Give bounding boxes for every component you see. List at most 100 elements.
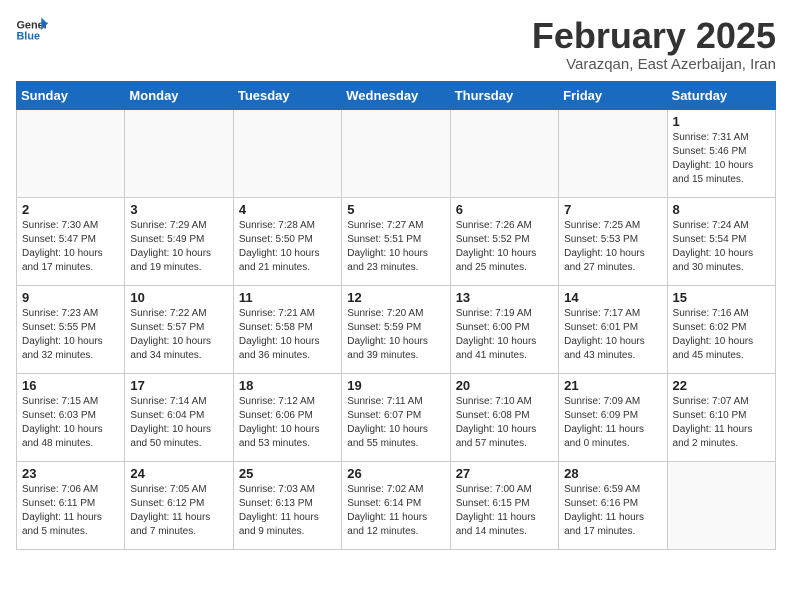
calendar-cell: 9 Sunrise: 7:23 AMSunset: 5:55 PMDaylight… xyxy=(17,285,125,373)
day-number: 11 xyxy=(239,290,336,305)
logo: General Blue xyxy=(16,16,48,44)
weekday-header-thursday: Thursday xyxy=(450,81,558,109)
week-row-1: 1 Sunrise: 7:31 AMSunset: 5:46 PMDaylight… xyxy=(17,109,776,197)
day-number: 26 xyxy=(347,466,444,481)
calendar-cell: 14 Sunrise: 7:17 AMSunset: 6:01 PMDayligh… xyxy=(559,285,667,373)
day-info: Sunrise: 7:02 AMSunset: 6:14 PMDaylight:… xyxy=(347,483,444,539)
day-number: 1 xyxy=(673,114,770,129)
day-number: 2 xyxy=(22,202,119,217)
day-number: 25 xyxy=(239,466,336,481)
month-title: February 2025 xyxy=(532,16,776,56)
weekday-header-saturday: Saturday xyxy=(667,81,775,109)
day-info: Sunrise: 7:19 AMSunset: 6:00 PMDaylight:… xyxy=(456,307,553,363)
calendar-cell: 13Sunrise: 7:19 AMSunset: 6:00 PMDayligh… xyxy=(450,285,558,373)
calendar-cell: 3 Sunrise: 7:29 AMSunset: 5:49 PMDaylight… xyxy=(125,197,233,285)
week-row-5: 23 Sunrise: 7:06 AMSunset: 6:11 PMDayligh… xyxy=(17,461,776,549)
calendar-table: SundayMondayTuesdayWednesdayThursdayFrid… xyxy=(16,81,776,550)
day-number: 10 xyxy=(130,290,227,305)
calendar-cell: 12 Sunrise: 7:20 AMSunset: 5:59 PMDayligh… xyxy=(342,285,450,373)
calendar-cell xyxy=(559,109,667,197)
calendar-cell: 22Sunrise: 7:07 AMSunset: 6:10 PMDayligh… xyxy=(667,373,775,461)
day-number: 18 xyxy=(239,378,336,393)
day-number: 5 xyxy=(347,202,444,217)
calendar-cell: 10 Sunrise: 7:22 AMSunset: 5:57 PMDayligh… xyxy=(125,285,233,373)
day-number: 6 xyxy=(456,202,553,217)
svg-text:Blue: Blue xyxy=(16,30,40,42)
calendar-cell xyxy=(342,109,450,197)
calendar-cell xyxy=(125,109,233,197)
day-info: Sunrise: 7:20 AMSunset: 5:59 PMDaylight:… xyxy=(347,307,444,363)
page-header: General Blue February 2025 Varazqan, Eas… xyxy=(16,16,776,73)
calendar-cell: 27 Sunrise: 7:00 AMSunset: 6:15 PMDayligh… xyxy=(450,461,558,549)
day-info: Sunrise: 7:16 AMSunset: 6:02 PMDaylight:… xyxy=(673,307,770,363)
day-info: Sunrise: 7:22 AMSunset: 5:57 PMDaylight:… xyxy=(130,307,227,363)
day-number: 20 xyxy=(456,378,553,393)
day-info: Sunrise: 7:15 AMSunset: 6:03 PMDaylight:… xyxy=(22,395,119,451)
day-info: Sunrise: 7:03 AMSunset: 6:13 PMDaylight:… xyxy=(239,483,336,539)
calendar-cell: 11 Sunrise: 7:21 AMSunset: 5:58 PMDayligh… xyxy=(233,285,341,373)
day-info: Sunrise: 7:05 AMSunset: 6:12 PMDaylight:… xyxy=(130,483,227,539)
calendar-cell: 25 Sunrise: 7:03 AMSunset: 6:13 PMDayligh… xyxy=(233,461,341,549)
day-number: 7 xyxy=(564,202,661,217)
week-row-2: 2 Sunrise: 7:30 AMSunset: 5:47 PMDaylight… xyxy=(17,197,776,285)
logo-icon: General Blue xyxy=(16,16,48,44)
day-number: 28 xyxy=(564,466,661,481)
calendar-cell: 1 Sunrise: 7:31 AMSunset: 5:46 PMDaylight… xyxy=(667,109,775,197)
calendar-cell: 5 Sunrise: 7:27 AMSunset: 5:51 PMDaylight… xyxy=(342,197,450,285)
day-info: Sunrise: 7:17 AMSunset: 6:01 PMDaylight:… xyxy=(564,307,661,363)
weekday-header-monday: Monday xyxy=(125,81,233,109)
day-number: 12 xyxy=(347,290,444,305)
day-number: 14 xyxy=(564,290,661,305)
day-number: 22 xyxy=(673,378,770,393)
day-info: Sunrise: 7:21 AMSunset: 5:58 PMDaylight:… xyxy=(239,307,336,363)
calendar-cell: 4 Sunrise: 7:28 AMSunset: 5:50 PMDaylight… xyxy=(233,197,341,285)
calendar-cell: 17 Sunrise: 7:14 AMSunset: 6:04 PMDayligh… xyxy=(125,373,233,461)
day-info: Sunrise: 7:00 AMSunset: 6:15 PMDaylight:… xyxy=(456,483,553,539)
calendar-cell: 6Sunrise: 7:26 AMSunset: 5:52 PMDaylight… xyxy=(450,197,558,285)
day-number: 8 xyxy=(673,202,770,217)
week-row-4: 16 Sunrise: 7:15 AMSunset: 6:03 PMDayligh… xyxy=(17,373,776,461)
day-number: 17 xyxy=(130,378,227,393)
day-info: Sunrise: 7:30 AMSunset: 5:47 PMDaylight:… xyxy=(22,219,119,275)
day-number: 3 xyxy=(130,202,227,217)
calendar-cell: 2 Sunrise: 7:30 AMSunset: 5:47 PMDaylight… xyxy=(17,197,125,285)
title-block: February 2025 Varazqan, East Azerbaijan,… xyxy=(532,16,776,73)
week-row-3: 9 Sunrise: 7:23 AMSunset: 5:55 PMDaylight… xyxy=(17,285,776,373)
calendar-cell: 16 Sunrise: 7:15 AMSunset: 6:03 PMDayligh… xyxy=(17,373,125,461)
calendar-cell: 21 Sunrise: 7:09 AMSunset: 6:09 PMDayligh… xyxy=(559,373,667,461)
day-number: 21 xyxy=(564,378,661,393)
day-info: Sunrise: 7:11 AMSunset: 6:07 PMDaylight:… xyxy=(347,395,444,451)
calendar-cell: 23 Sunrise: 7:06 AMSunset: 6:11 PMDayligh… xyxy=(17,461,125,549)
day-info: Sunrise: 7:14 AMSunset: 6:04 PMDaylight:… xyxy=(130,395,227,451)
day-number: 9 xyxy=(22,290,119,305)
day-info: Sunrise: 7:10 AMSunset: 6:08 PMDaylight:… xyxy=(456,395,553,451)
calendar-cell: 28Sunrise: 6:59 AMSunset: 6:16 PMDayligh… xyxy=(559,461,667,549)
calendar-cell xyxy=(667,461,775,549)
day-info: Sunrise: 7:31 AMSunset: 5:46 PMDaylight:… xyxy=(673,131,770,187)
calendar-cell: 15Sunrise: 7:16 AMSunset: 6:02 PMDayligh… xyxy=(667,285,775,373)
day-number: 4 xyxy=(239,202,336,217)
day-info: Sunrise: 7:29 AMSunset: 5:49 PMDaylight:… xyxy=(130,219,227,275)
calendar-cell: 7Sunrise: 7:25 AMSunset: 5:53 PMDaylight… xyxy=(559,197,667,285)
weekday-header-row: SundayMondayTuesdayWednesdayThursdayFrid… xyxy=(17,81,776,109)
calendar-cell: 20 Sunrise: 7:10 AMSunset: 6:08 PMDayligh… xyxy=(450,373,558,461)
day-number: 16 xyxy=(22,378,119,393)
day-info: Sunrise: 7:09 AMSunset: 6:09 PMDaylight:… xyxy=(564,395,661,451)
calendar-cell: 24 Sunrise: 7:05 AMSunset: 6:12 PMDayligh… xyxy=(125,461,233,549)
location: Varazqan, East Azerbaijan, Iran xyxy=(532,56,776,73)
calendar-cell: 26 Sunrise: 7:02 AMSunset: 6:14 PMDayligh… xyxy=(342,461,450,549)
day-info: Sunrise: 7:28 AMSunset: 5:50 PMDaylight:… xyxy=(239,219,336,275)
day-number: 19 xyxy=(347,378,444,393)
day-number: 24 xyxy=(130,466,227,481)
calendar-cell: 8Sunrise: 7:24 AMSunset: 5:54 PMDaylight… xyxy=(667,197,775,285)
weekday-header-friday: Friday xyxy=(559,81,667,109)
day-number: 27 xyxy=(456,466,553,481)
day-number: 23 xyxy=(22,466,119,481)
weekday-header-sunday: Sunday xyxy=(17,81,125,109)
day-info: Sunrise: 7:12 AMSunset: 6:06 PMDaylight:… xyxy=(239,395,336,451)
day-info: Sunrise: 7:06 AMSunset: 6:11 PMDaylight:… xyxy=(22,483,119,539)
day-info: Sunrise: 7:27 AMSunset: 5:51 PMDaylight:… xyxy=(347,219,444,275)
calendar-cell xyxy=(233,109,341,197)
day-info: Sunrise: 7:23 AMSunset: 5:55 PMDaylight:… xyxy=(22,307,119,363)
calendar-cell: 18 Sunrise: 7:12 AMSunset: 6:06 PMDayligh… xyxy=(233,373,341,461)
